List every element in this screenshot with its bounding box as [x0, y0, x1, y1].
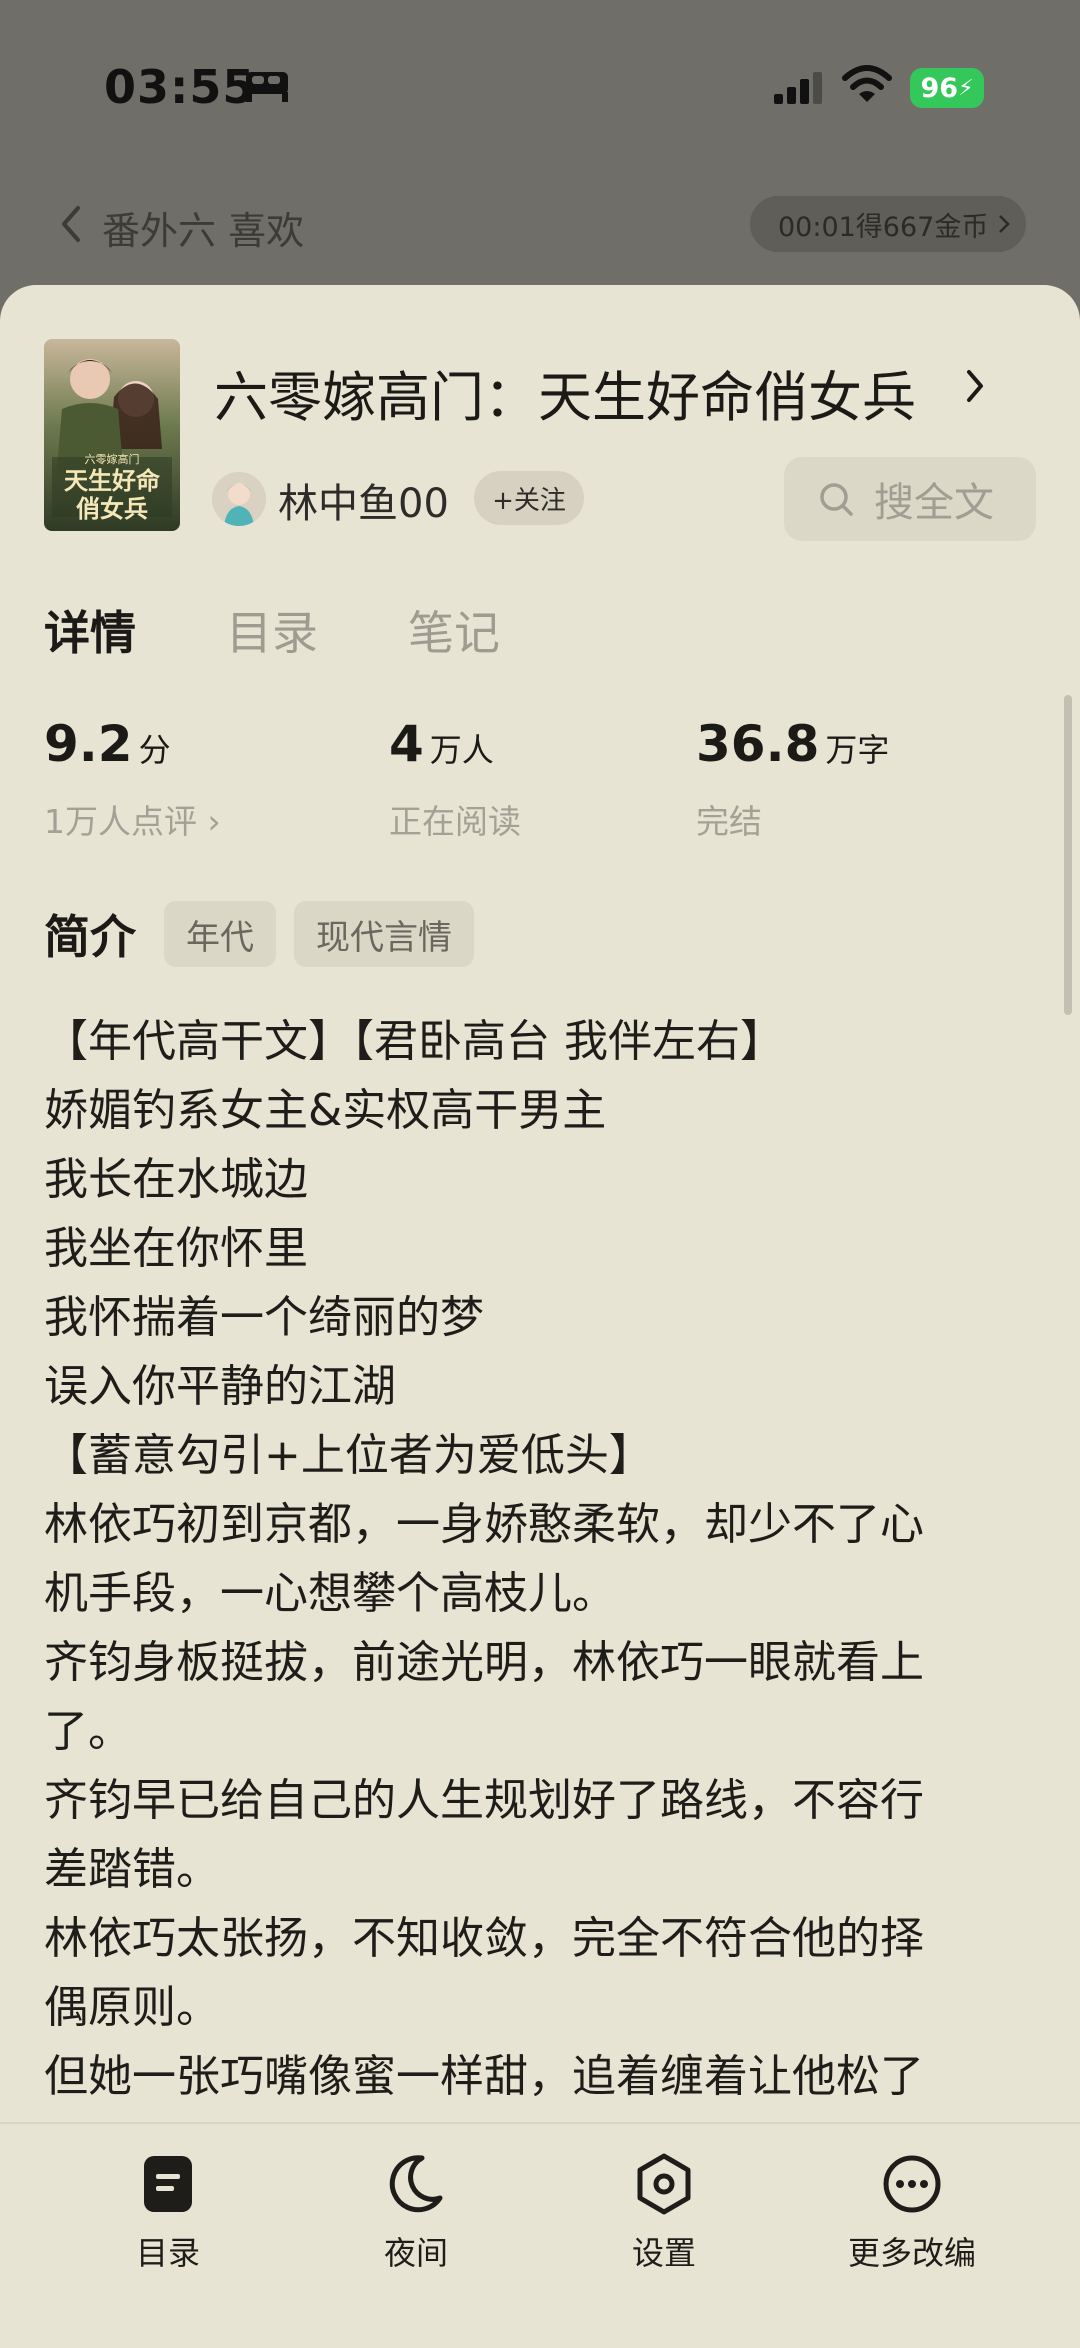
intro-label: 简介 — [44, 910, 136, 964]
toolbar-settings-label: 设置 — [631, 2234, 696, 2272]
intro-header: 简介 年代 现代言情 — [44, 901, 474, 967]
intro-line: 【蓄意勾引+上位者为爱低头】 — [44, 1430, 653, 1481]
catalog-icon — [144, 2156, 192, 2212]
chevron-right-icon — [999, 215, 1010, 233]
cellular-signal-icon — [774, 72, 822, 104]
intro-line: 差踏错。 — [44, 1844, 220, 1895]
intro-line: 了。 — [44, 1706, 132, 1757]
intro-line: 【年代高干文】【君卧高台 我伴左右】 — [44, 1016, 784, 1067]
readers-value: 4 — [389, 715, 424, 773]
readers-unit: 万人 — [429, 731, 494, 769]
word-count-unit: 万字 — [825, 731, 890, 769]
intro-line: 机手段，一心想攀个高枝儿。 — [44, 1568, 616, 1619]
charging-bolt-icon: ⚡ — [958, 75, 974, 101]
search-full-text-button[interactable]: 搜全文 — [784, 457, 1036, 541]
toolbar-settings-button[interactable]: 设置 — [584, 2152, 744, 2274]
coin-reward-label: 00:01得667金币 — [778, 211, 989, 243]
toolbar-catalog-label: 目录 — [135, 2234, 200, 2272]
stat-rating[interactable]: 9.2 分 1万人点评 › — [44, 715, 221, 843]
cover-text-small: 六零嫁高门 — [84, 453, 140, 466]
intro-line: 齐钧身板挺拔，前途光明，林依巧一眼就看上 — [44, 1637, 924, 1688]
intro-line: 齐钧早已给自己的人生规划好了路线，不容行 — [44, 1775, 924, 1826]
author-name[interactable]: 林中鱼00 — [278, 471, 449, 529]
search-full-text-label: 搜全文 — [874, 480, 994, 526]
battery-level: 96 — [920, 72, 959, 104]
completion-status: 完结 — [696, 802, 762, 841]
cover-text-line2: 俏女兵 — [76, 494, 148, 523]
rating-value: 9.2 — [44, 715, 133, 773]
bottom-toolbar: 目录 夜间 设置 更多改编 — [0, 2122, 1080, 2348]
genre-tag[interactable]: 现代言情 — [294, 901, 474, 967]
intro-line: 林依巧初到京都，一身娇憨柔软，却少不了心 — [44, 1499, 924, 1550]
toolbar-more-label: 更多改编 — [847, 2234, 976, 2272]
intro-line: 误入你平静的江湖 — [44, 1361, 396, 1412]
reader-header: 番外六 喜欢 00:01得667金币 — [0, 190, 1080, 270]
toolbar-catalog-button[interactable]: 目录 — [88, 2152, 248, 2274]
status-bar: 03:55 96 ⚡ — [0, 0, 1080, 170]
word-count-value: 36.8 — [696, 715, 820, 773]
tab-notes[interactable]: 笔记 — [408, 597, 500, 663]
intro-text: 【年代高干文】【君卧高台 我伴左右】 娇媚钓系女主&实权高干男主 我长在水城边 … — [44, 1007, 1044, 2111]
stat-readers: 4 万人 正在阅读 — [389, 715, 521, 843]
moon-icon — [389, 2155, 443, 2213]
search-icon — [820, 483, 853, 516]
coin-reward-button[interactable]: 00:01得667金币 — [750, 196, 1026, 252]
toolbar-night-button[interactable]: 夜间 — [336, 2152, 496, 2274]
intro-line: 但她一张巧嘴像蜜一样甜，追着缠着让他松了 — [44, 2051, 924, 2102]
intro-line: 偶原则。 — [44, 1982, 220, 2033]
tab-details[interactable]: 详情 — [44, 597, 136, 663]
intro-line: 我怀揣着一个绮丽的梦 — [44, 1292, 484, 1343]
book-cover[interactable]: 六零嫁高门 天生好命 俏女兵 — [44, 339, 180, 531]
book-stats: 9.2 分 1万人点评 › 4 万人 正在阅读 36.8 万字 完结 — [44, 715, 1044, 855]
author-avatar[interactable] — [212, 472, 266, 526]
toolbar-night-label: 夜间 — [383, 2234, 448, 2272]
follow-button[interactable]: +关注 — [474, 471, 584, 525]
sleep-focus-icon — [246, 72, 288, 102]
more-icon — [883, 2155, 941, 2213]
settings-icon — [637, 2153, 691, 2215]
battery-indicator: 96 ⚡ — [910, 68, 984, 108]
detail-tabs: 详情 目录 笔记 — [44, 597, 500, 663]
intro-line: 林依巧太张扬，不知收敛，完全不符合他的择 — [44, 1913, 924, 1964]
toolbar-more-button[interactable]: 更多改编 — [832, 2152, 992, 2274]
intro-line: 我坐在你怀里 — [44, 1223, 308, 1274]
book-title[interactable]: 六零嫁高门：天生好命俏女兵 — [214, 353, 916, 432]
scrollbar[interactable] — [1064, 695, 1072, 1015]
stat-word-count: 36.8 万字 完结 — [696, 715, 889, 843]
intro-line: 娇媚钓系女主&实权高干男主 — [44, 1085, 607, 1136]
intro-line: 我长在水城边 — [44, 1154, 308, 1205]
rating-count: 1万人点评 › — [44, 802, 221, 841]
back-chevron-icon[interactable] — [60, 204, 82, 244]
genre-tag[interactable]: 年代 — [164, 901, 276, 967]
wifi-icon — [842, 65, 892, 102]
status-time: 03:55 — [104, 60, 256, 114]
rating-unit: 分 — [138, 731, 171, 769]
cover-text-line1: 天生好命 — [64, 466, 160, 495]
chapter-title[interactable]: 番外六 喜欢 — [102, 200, 304, 255]
readers-label: 正在阅读 — [389, 802, 521, 841]
tab-catalog[interactable]: 目录 — [226, 597, 318, 663]
book-detail-sheet: 六零嫁高门 天生好命 俏女兵 六零嫁高门：天生好命俏女兵 林中鱼00 +关注 搜… — [0, 285, 1080, 2348]
chevron-right-icon[interactable] — [966, 369, 984, 403]
